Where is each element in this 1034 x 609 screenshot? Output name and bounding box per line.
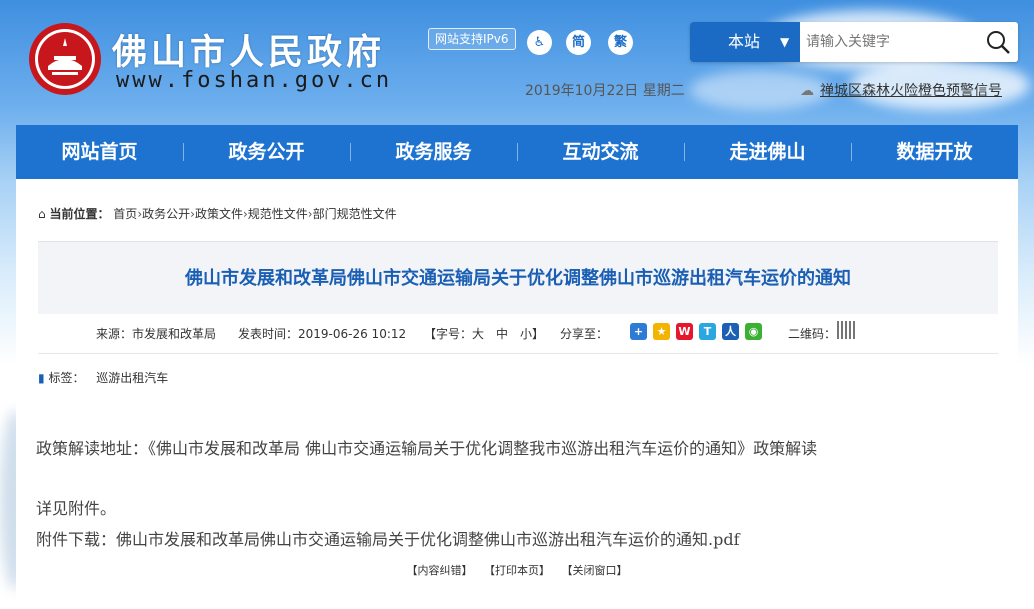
tencent-weibo-icon[interactable]: T <box>699 323 716 340</box>
ipv6-badge: 网站支持IPv6 <box>428 28 516 50</box>
search-bar: 本站 ▼ <box>690 22 1018 62</box>
breadcrumb-item[interactable]: 首页 <box>113 207 137 221</box>
report-error-button[interactable]: 【内容纠错】 <box>407 564 473 577</box>
wechat-icon[interactable]: ◉ <box>745 323 762 340</box>
search-scope-label: 本站 <box>728 32 761 51</box>
nav-item-open-data[interactable]: 数据开放 <box>851 125 1018 179</box>
breadcrumb-item[interactable]: 部门规范性文件 <box>313 207 397 221</box>
share-label: 分享至： <box>560 327 609 341</box>
article-source: 来源：市发展和改革局 <box>96 327 217 341</box>
content-panel: ⌂ 当前位置： 首页›政务公开›政策文件›规范性文件›部门规范性文件 佛山市发展… <box>16 179 1018 609</box>
nav-item-about-foshan[interactable]: 走进佛山 <box>684 125 851 179</box>
site-url: www.foshan.gov.cn <box>116 68 393 93</box>
article-meta: 来源：市发展和改革局 发表时间：2019-06-26 10:12 【字号：大 中… <box>38 321 998 351</box>
bookmark-icon: ▮ <box>38 371 45 385</box>
tag-link[interactable]: 巡游出租汽车 <box>96 371 168 385</box>
nav-item-government-affairs[interactable]: 政务公开 <box>183 125 350 179</box>
font-size-selector[interactable]: 【字号：大 中 小】 <box>424 325 544 342</box>
close-window-button[interactable]: 【关闭窗口】 <box>562 564 628 577</box>
breadcrumb-item[interactable]: 政策文件 <box>195 207 243 221</box>
breadcrumb-item[interactable]: 规范性文件 <box>248 207 308 221</box>
qr-label: 二维码： <box>788 327 837 341</box>
weather-alert-link[interactable]: ☁ 禅城区森林火险橙色预警信号 <box>800 80 1002 100</box>
article-title: 佛山市发展和改革局佛山市交通运输局关于优化调整佛山市巡游出租汽车运价的通知 <box>185 268 851 289</box>
traditional-chinese-button[interactable]: 繁 <box>608 30 633 55</box>
article-actions: 【内容纠错】 【打印本页】 【关闭窗口】 <box>16 562 1018 578</box>
home-icon: ⌂ <box>38 207 46 221</box>
search-scope-select[interactable]: 本站 ▼ <box>690 22 800 62</box>
paragraph-see-attachment: 详见附件。 <box>36 499 117 518</box>
triangle-down-icon: ▼ <box>780 35 790 49</box>
main-nav: 网站首页 政务公开 政务服务 互动交流 走进佛山 数据开放 <box>16 125 1018 179</box>
weather-icon: ☁ <box>800 83 814 99</box>
search-icon <box>987 31 1010 54</box>
plus-share-icon[interactable]: + <box>630 323 647 340</box>
search-button[interactable] <box>984 28 1012 56</box>
nav-item-interaction[interactable]: 互动交流 <box>517 125 684 179</box>
breadcrumb-item[interactable]: 政务公开 <box>142 207 190 221</box>
weather-alert-text: 禅城区森林火险橙色预警信号 <box>820 83 1002 99</box>
renren-icon[interactable]: 人 <box>722 323 739 340</box>
tags-label: 标签： <box>48 371 85 385</box>
current-date: 2019年10月22日 星期二 <box>525 83 685 99</box>
weibo-icon[interactable]: W <box>676 323 693 340</box>
breadcrumb-label: 当前位置： <box>49 207 110 221</box>
search-input[interactable] <box>802 22 988 62</box>
simplified-chinese-button[interactable]: 简 <box>566 30 591 55</box>
qr-code-icon[interactable] <box>837 321 855 339</box>
nav-item-government-services[interactable]: 政务服务 <box>350 125 517 179</box>
attachment-download-link[interactable]: 附件下载：佛山市发展和改革局佛山市交通运输局关于优化调整佛山市巡游出租汽车运价的… <box>36 526 740 550</box>
nav-item-home[interactable]: 网站首页 <box>16 125 183 179</box>
accessibility-button[interactable]: ♿ <box>527 30 552 55</box>
wheelchair-icon: ♿ <box>533 35 546 50</box>
site-logo[interactable] <box>28 22 102 96</box>
article-published: 发表时间：2019-06-26 10:12 <box>238 327 407 341</box>
divider <box>38 353 998 354</box>
article-header: 佛山市发展和改革局佛山市交通运输局关于优化调整佛山市巡游出租汽车运价的通知 <box>38 241 998 314</box>
breadcrumb: ⌂ 当前位置： 首页›政务公开›政策文件›规范性文件›部门规范性文件 <box>38 205 397 222</box>
article-tags: ▮ 标签： 巡游出租汽车 <box>38 369 168 386</box>
qzone-icon[interactable]: ★ <box>653 323 670 340</box>
print-page-button[interactable]: 【打印本页】 <box>484 564 550 577</box>
paragraph-policy-interpretation[interactable]: 政策解读地址：《佛山市发展和改革局 佛山市交通运输局关于优化调整我市巡游出租汽车… <box>36 435 817 459</box>
